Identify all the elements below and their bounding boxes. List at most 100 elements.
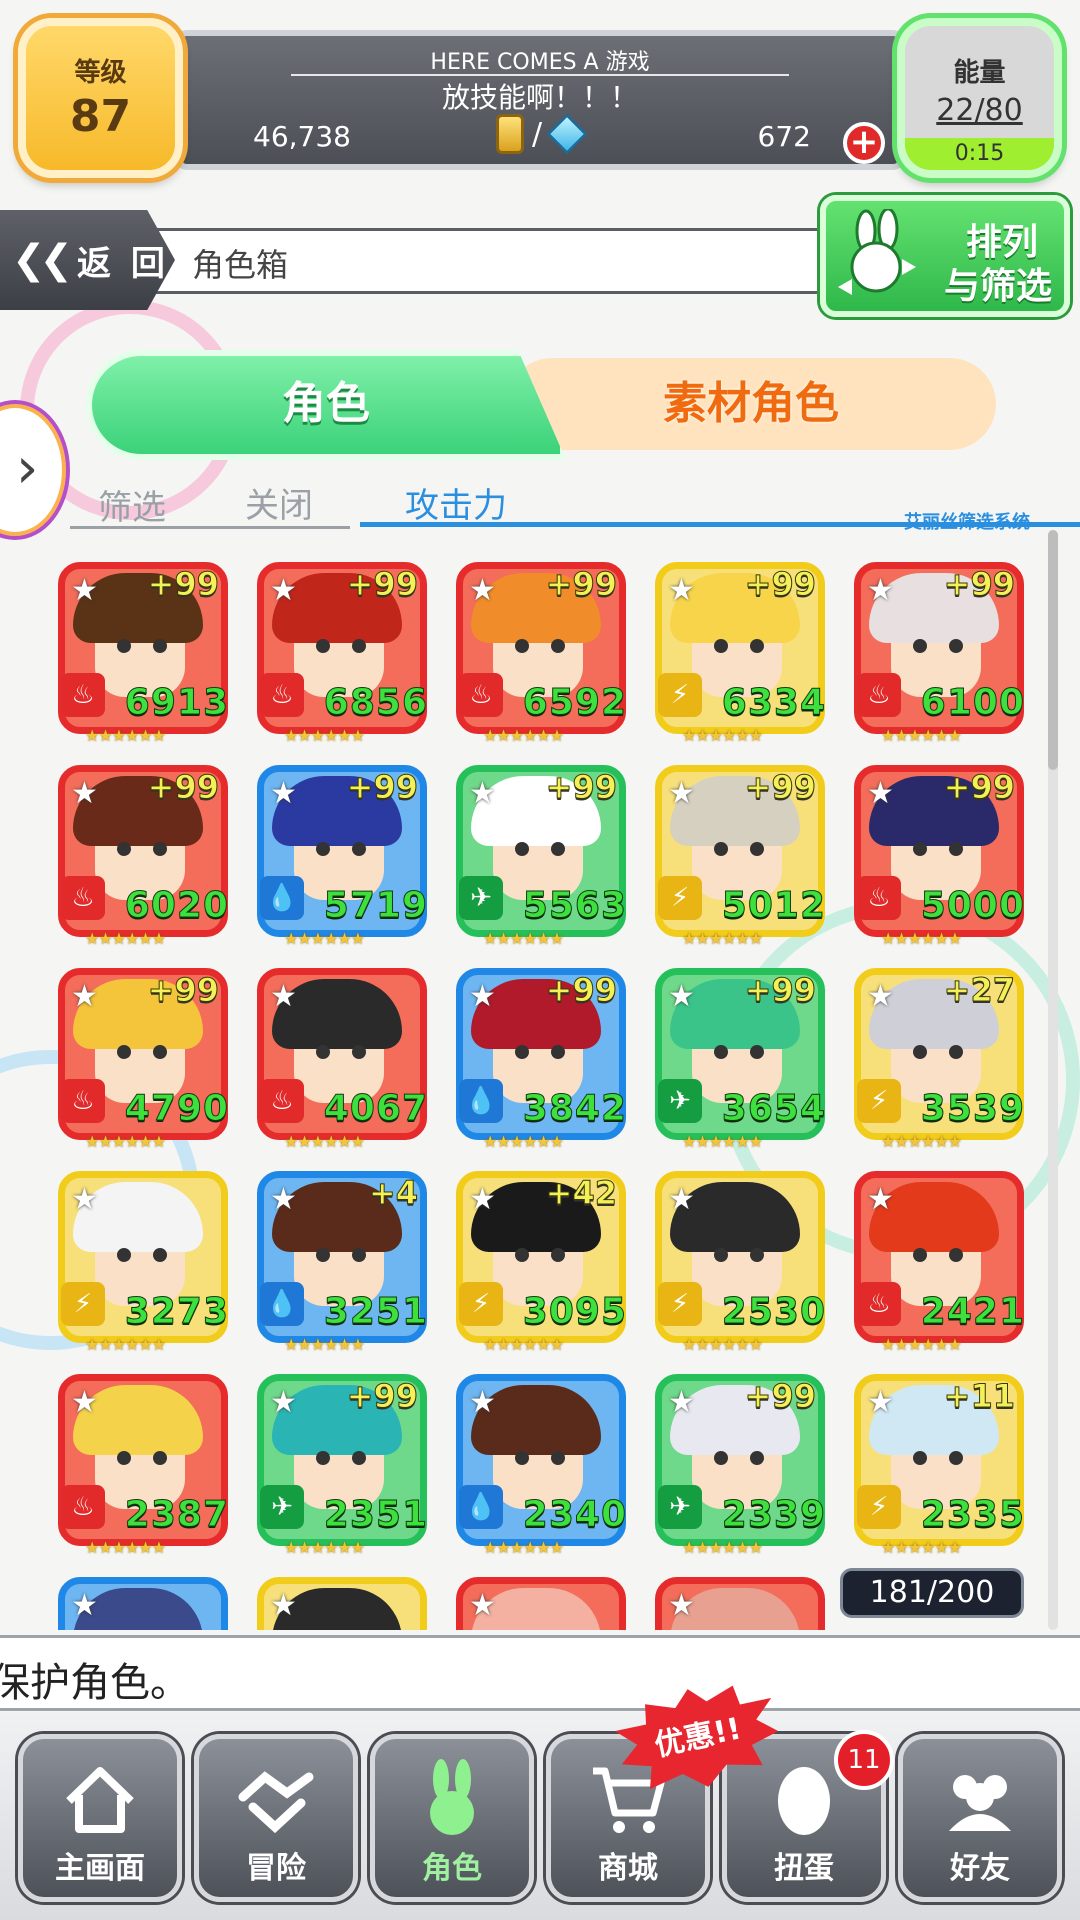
favorite-star-icon[interactable]: ★	[270, 776, 297, 811]
character-card[interactable]: ★ +99 ✈ 5563 ★★★★★★	[456, 765, 626, 948]
nav-handshake[interactable]: 冒险	[194, 1734, 358, 1902]
fire-element-icon: ♨	[61, 1485, 105, 1529]
character-card[interactable]: ★ +99 ♨ 6856 ★★★★★★	[257, 562, 427, 745]
character-card[interactable]: ★	[655, 1577, 825, 1630]
tab-bar: 素材角色 角色	[86, 350, 1006, 460]
favorite-star-icon[interactable]: ★	[270, 1588, 297, 1623]
favorite-star-icon[interactable]: ★	[469, 1385, 496, 1420]
favorite-star-icon[interactable]: ★	[668, 776, 695, 811]
favorite-star-icon[interactable]: ★	[867, 1385, 894, 1420]
back-button[interactable]: ❮❮ 返 回	[0, 210, 175, 310]
character-card[interactable]: ★ ⚡ 2530 ★★★★★★	[655, 1171, 825, 1354]
character-card[interactable]: ★ +11 ⚡ 2335 ★★★★★★	[854, 1374, 1024, 1557]
page-header: ❮❮ 返 回 角色箱 排列 与筛选	[0, 195, 1080, 317]
coin-count: 46,738	[253, 120, 351, 153]
sort-order-selector[interactable]: 攻击力	[405, 478, 507, 527]
character-card[interactable]: ★	[456, 1577, 626, 1630]
bottom-navigation: 主画面 冒险 角色 商城 扭蛋 好友	[0, 1712, 1080, 1920]
plus-level: +99	[346, 768, 418, 807]
favorite-star-icon[interactable]: ★	[71, 1385, 98, 1420]
tab-material-characters[interactable]: 素材角色	[506, 358, 996, 450]
rarity-stars-icon: ★★★★★★	[85, 929, 166, 948]
favorite-star-icon[interactable]: ★	[867, 1182, 894, 1217]
favorite-star-icon[interactable]: ★	[469, 776, 496, 811]
fire-element-icon: ♨	[61, 673, 105, 717]
favorite-star-icon[interactable]: ★	[270, 1182, 297, 1217]
character-card[interactable]: ★ 💧 2340 ★★★★★★	[456, 1374, 626, 1557]
scrollbar-thumb[interactable]	[1048, 530, 1058, 770]
favorite-star-icon[interactable]: ★	[469, 1182, 496, 1217]
thunder-element-icon: ⚡	[658, 1282, 702, 1326]
filter-row: 筛选 关闭 攻击力 艾丽丝筛选系统	[70, 470, 1080, 533]
plus-level: +99	[744, 768, 816, 807]
attack-power: 3251	[323, 1291, 428, 1333]
character-card[interactable]: ★ +27 ⚡ 3539 ★★★★★★	[854, 968, 1024, 1151]
favorite-star-icon[interactable]: ★	[270, 979, 297, 1014]
level-label: 等级	[74, 58, 127, 88]
character-card[interactable]: ★ +99 ✈ 2351 ★★★★★★	[257, 1374, 427, 1557]
attack-power: 5012	[721, 885, 826, 927]
tab-characters[interactable]: 角色	[86, 350, 566, 460]
character-card[interactable]: ★ +4 💧 3251 ★★★★★★	[257, 1171, 428, 1354]
nav-label: 角色	[422, 1851, 482, 1886]
portrait-eye	[913, 1451, 927, 1465]
player-info-strip: HERE COMES A 游戏 放技能啊！！！ 46,738 / 672 +	[175, 30, 905, 170]
portrait-eye	[352, 639, 366, 653]
favorite-star-icon[interactable]: ★	[270, 1385, 297, 1420]
character-card[interactable]: ★ +99 ♨ 6020 ★★★★★★	[58, 765, 229, 948]
energy-badge[interactable]: 能量 22/80 0:15	[897, 18, 1062, 178]
favorite-star-icon[interactable]: ★	[270, 573, 297, 608]
status-bar: HERE COMES A 游戏 放技能啊！！！ 46,738 / 672 + 等…	[0, 0, 1080, 200]
favorite-star-icon[interactable]: ★	[668, 1182, 695, 1217]
favorite-star-icon[interactable]: ★	[71, 1182, 98, 1217]
character-card[interactable]: ★	[257, 1577, 427, 1630]
nav-home[interactable]: 主画面	[18, 1734, 182, 1902]
favorite-star-icon[interactable]: ★	[71, 573, 98, 608]
portrait-eye	[750, 1248, 764, 1262]
favorite-star-icon[interactable]: ★	[867, 776, 894, 811]
rarity-stars-icon: ★★★★★★	[85, 1538, 166, 1557]
character-card[interactable]: ★	[58, 1577, 228, 1630]
character-card[interactable]: ★ +99 ✈ 3654 ★★★★★★	[655, 968, 825, 1151]
character-card[interactable]: ★ +99 ♨ 4790 ★★★★★★	[58, 968, 228, 1151]
favorite-star-icon[interactable]: ★	[71, 776, 98, 811]
character-card[interactable]: ★ ⚡ 3273 ★★★★★★	[58, 1171, 228, 1354]
favorite-star-icon[interactable]: ★	[668, 573, 695, 608]
favorite-star-icon[interactable]: ★	[469, 573, 496, 608]
character-card[interactable]: ★ +99 ♨ 6913 ★★★★★★	[58, 562, 228, 745]
filter-toggle[interactable]: 关闭	[245, 478, 313, 527]
character-card[interactable]: ★ ♨ 2421 ★★★★★★	[854, 1171, 1024, 1354]
portrait-eye	[515, 1451, 529, 1465]
character-card[interactable]: ★ ♨ 2387 ★★★★★★	[58, 1374, 228, 1557]
character-card[interactable]: ★ +99 ♨ 6100 ★★★★★★	[854, 562, 1024, 745]
favorite-star-icon[interactable]: ★	[867, 979, 894, 1014]
favorite-star-icon[interactable]: ★	[469, 979, 496, 1014]
egg-icon	[778, 1767, 830, 1835]
character-card[interactable]: ★ +99 💧 3842 ★★★★★★	[456, 968, 626, 1151]
favorite-star-icon[interactable]: ★	[668, 1385, 695, 1420]
sort-filter-button[interactable]: 排列 与筛选	[820, 195, 1070, 317]
nav-bunny[interactable]: 角色	[370, 1734, 534, 1902]
character-card[interactable]: ★ +99 ✈ 2339 ★★★★★★	[655, 1374, 825, 1557]
character-card[interactable]: ★ +99 ♨ 6592 ★★★★★★	[456, 562, 626, 745]
favorite-star-icon[interactable]: ★	[867, 573, 894, 608]
portrait-eye	[949, 1451, 963, 1465]
nav-friends[interactable]: 好友	[898, 1734, 1062, 1902]
attack-power: 6020	[124, 885, 229, 927]
plus-level: +27	[943, 971, 1015, 1010]
character-card[interactable]: ★ +99 ♨ 5000 ★★★★★★	[854, 765, 1024, 948]
scrollbar[interactable]	[1048, 530, 1058, 1630]
character-card[interactable]: ★ ♨ 4067 ★★★★★★	[257, 968, 427, 1151]
favorite-star-icon[interactable]: ★	[71, 1588, 98, 1623]
character-card[interactable]: ★ +99 ⚡ 5012 ★★★★★★	[655, 765, 826, 948]
character-card[interactable]: ★ +99 💧 5719 ★★★★★★	[257, 765, 427, 948]
favorite-star-icon[interactable]: ★	[469, 1588, 496, 1623]
favorite-star-icon[interactable]: ★	[71, 979, 98, 1014]
thunder-element-icon: ⚡	[658, 876, 702, 920]
buy-currency-button[interactable]: +	[843, 122, 885, 164]
character-card[interactable]: ★ +42 ⚡ 3095 ★★★★★★	[456, 1171, 626, 1354]
favorite-star-icon[interactable]: ★	[668, 1588, 695, 1623]
plus-level: +99	[346, 1377, 418, 1416]
character-card[interactable]: ★ +99 ⚡ 6334 ★★★★★★	[655, 562, 825, 745]
favorite-star-icon[interactable]: ★	[668, 979, 695, 1014]
